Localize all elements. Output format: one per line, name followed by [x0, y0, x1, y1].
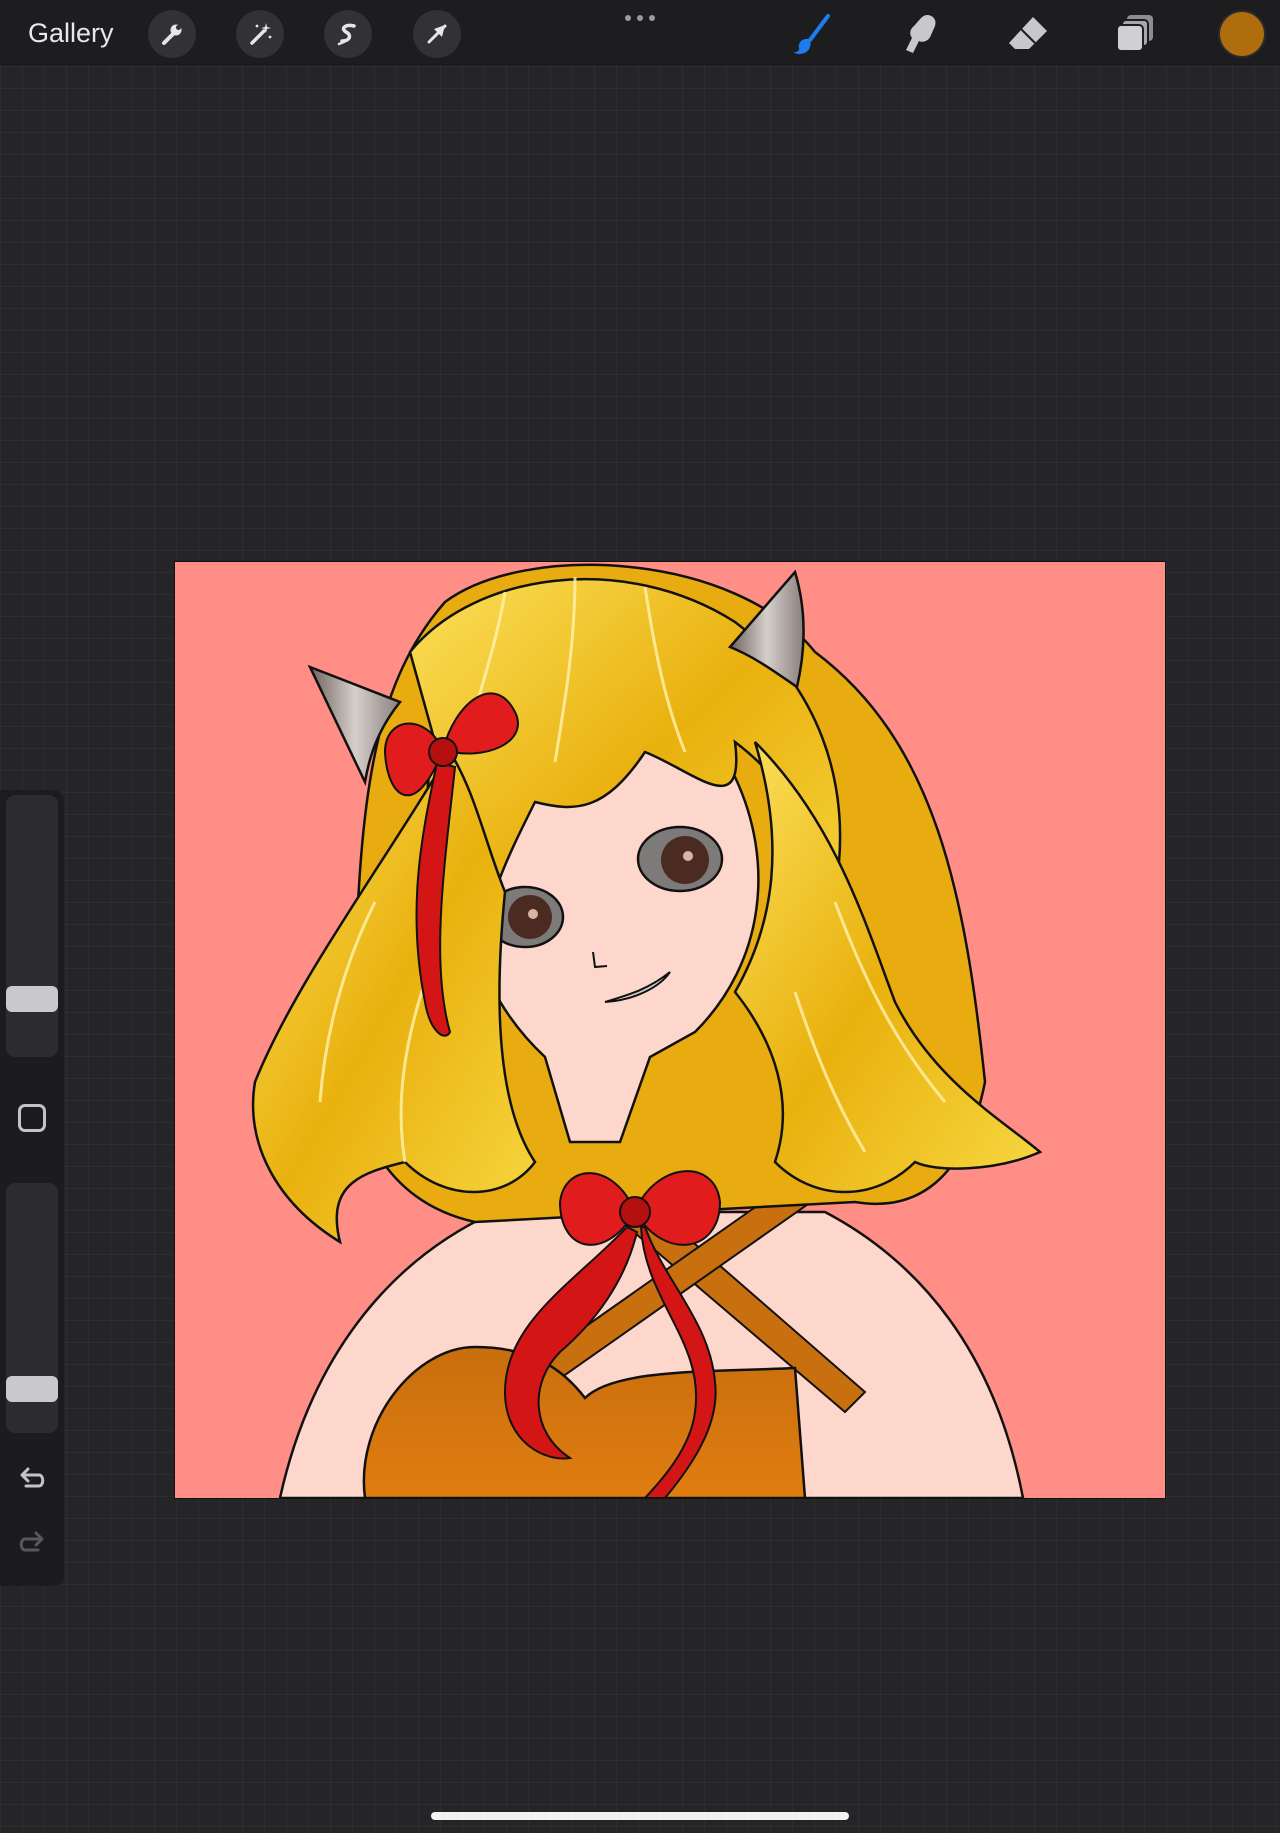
undo-arrow-icon[interactable] [16, 1464, 48, 1496]
actions-button[interactable] [148, 10, 196, 58]
smudge-tool-button[interactable] [894, 8, 946, 60]
brush-size-slider[interactable] [6, 795, 58, 1057]
brush-tool-button[interactable] [786, 8, 838, 60]
magic-wand-icon [250, 23, 272, 45]
eraser-icon [1009, 17, 1047, 49]
artwork-illustration [175, 562, 1165, 1498]
more-dots-icon[interactable] [622, 8, 658, 28]
gallery-button[interactable]: Gallery [28, 16, 114, 50]
drawing-canvas[interactable] [174, 561, 1166, 1499]
redo-arrow-icon[interactable] [16, 1528, 48, 1560]
wrench-icon [162, 24, 182, 45]
layers-button[interactable] [1110, 8, 1162, 60]
top-toolbar: Gallery [0, 0, 1280, 66]
left-sidebar [0, 790, 64, 1586]
layers-icon [1116, 15, 1153, 52]
selection-button[interactable] [324, 10, 372, 58]
selection-s-icon [337, 23, 356, 46]
modify-button[interactable] [18, 1104, 46, 1132]
eraser-tool-button[interactable] [1002, 8, 1054, 60]
opacity-thumb[interactable] [6, 1375, 58, 1402]
brush-size-thumb[interactable] [6, 986, 58, 1013]
transform-button[interactable] [413, 10, 461, 58]
brush-icon [793, 14, 830, 55]
color-picker-swatch[interactable] [1220, 12, 1264, 56]
adjustments-button[interactable] [236, 10, 284, 58]
smudge-finger-icon [906, 15, 936, 53]
home-indicator [431, 1812, 849, 1820]
arrow-cursor-icon [427, 24, 447, 44]
